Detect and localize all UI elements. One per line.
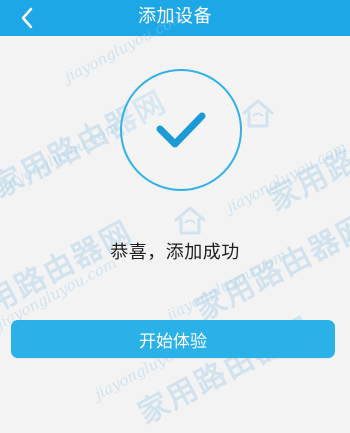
success-message: 恭喜，添加成功: [110, 242, 240, 263]
watermark-site: jiayongluyou.com: [223, 137, 350, 217]
watermark-brand: 家用路由器网: [0, 214, 139, 336]
success-circle: [120, 69, 242, 191]
router-logo-icon: [174, 206, 206, 235]
start-experience-button[interactable]: 开始体验: [11, 320, 335, 358]
watermark-site: jiayongluyou.com: [0, 117, 122, 197]
start-experience-label: 开始体验: [139, 331, 207, 352]
watermark-brand: 家用路由器网: [189, 207, 350, 329]
check-icon: [156, 112, 206, 148]
router-logo-icon: [242, 99, 274, 128]
top-bar: 添加设备: [0, 0, 350, 36]
watermark-brand: 家用路由器网: [262, 97, 350, 219]
page-title: 添加设备: [138, 6, 212, 27]
